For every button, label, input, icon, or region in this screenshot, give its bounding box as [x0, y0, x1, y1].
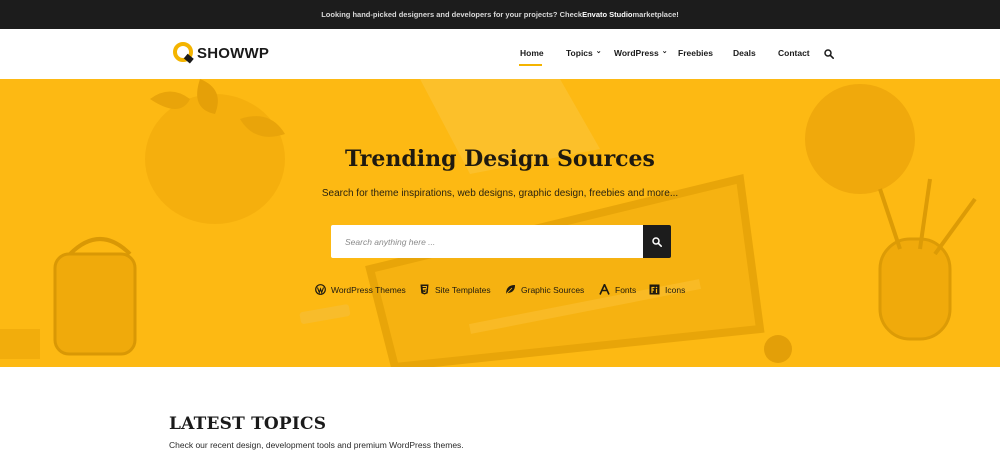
category-wordpress-themes[interactable]: WordPress Themes [315, 284, 406, 295]
nav-topics[interactable]: Topics ⌄ [566, 48, 602, 58]
wordpress-icon [315, 284, 326, 295]
latest-topics-title: LATEST TOPICS [169, 414, 327, 434]
announcement-text-end: marketplace! [632, 10, 679, 19]
nav-freebies[interactable]: Freebies [678, 48, 713, 58]
category-site-templates[interactable]: Site Templates [419, 284, 491, 295]
nav-home[interactable]: Home [520, 48, 544, 58]
nav-contact-label: Contact [778, 48, 810, 58]
hero-background-image [0, 79, 977, 367]
envato-studio-link[interactable]: Envato Studio [582, 10, 632, 19]
nav-deals[interactable]: Deals [733, 48, 756, 58]
category-label: Fonts [615, 284, 637, 295]
html5-icon [420, 284, 429, 295]
search-input[interactable] [345, 225, 635, 258]
nav-deals-label: Deals [733, 48, 756, 58]
nav-wordpress[interactable]: WordPress ⌄ [614, 48, 668, 58]
hero-title: Trending Design Sources [345, 146, 655, 172]
search-box [331, 225, 643, 258]
font-icon [599, 284, 610, 295]
category-graphic-sources[interactable]: Graphic Sources [505, 284, 584, 295]
category-label: Graphic Sources [521, 284, 585, 295]
nav-active-indicator [519, 64, 542, 66]
announcement-bar: Looking hand-picked designers and develo… [0, 0, 1000, 29]
announcement-text: Looking hand-picked designers and develo… [321, 10, 583, 19]
category-label: WordPress Themes [331, 284, 406, 295]
nav-freebies-label: Freebies [678, 48, 713, 58]
latest-topics-subtitle: Check our recent design, development too… [169, 440, 464, 450]
leaf-icon [506, 285, 515, 294]
fonticons-icon [649, 284, 660, 295]
search-submit-button[interactable] [643, 225, 671, 258]
hero-subtitle: Search for theme inspirations, web desig… [321, 188, 679, 199]
nav-contact[interactable]: Contact [778, 48, 810, 58]
chevron-down-icon: ⌄ [661, 48, 668, 55]
search-icon [652, 236, 662, 247]
nav-wordpress-label: WordPress [614, 48, 659, 58]
category-label: Site Templates [435, 284, 491, 295]
nav-home-label: Home [520, 48, 544, 58]
chevron-down-icon: ⌄ [595, 48, 602, 55]
category-fonts[interactable]: Fonts [599, 284, 636, 295]
hero-section: Trending Design Sources Search for theme… [0, 79, 1000, 367]
site-header: SHOWWP Home Topics ⌄ WordPress ⌄ Freebie… [0, 29, 1000, 79]
main-nav: Home Topics ⌄ WordPress ⌄ Freebies Deals… [0, 29, 1000, 79]
category-icons[interactable]: Icons [649, 284, 685, 295]
category-label: Icons [665, 284, 686, 295]
search-icon[interactable] [824, 49, 834, 59]
nav-topics-label: Topics [566, 48, 593, 58]
category-links: WordPress Themes Site Templates Graphic … [0, 284, 1000, 298]
